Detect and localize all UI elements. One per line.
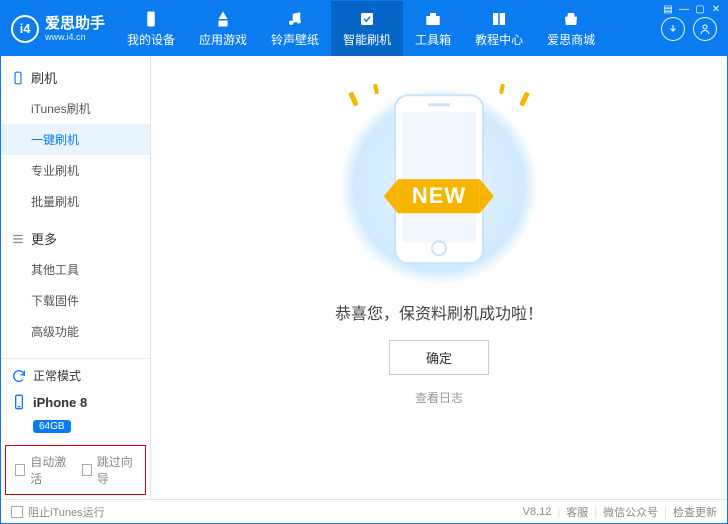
- maximize-button[interactable]: ▢: [693, 3, 707, 15]
- close-button[interactable]: ✕: [709, 3, 723, 15]
- nav-label: 教程中心: [475, 31, 523, 48]
- nav-label: 智能刷机: [343, 31, 391, 48]
- device-mode-row[interactable]: 正常模式: [1, 359, 150, 392]
- phone-icon: [11, 394, 27, 410]
- new-banner: NEW: [398, 179, 480, 213]
- music-icon: [286, 10, 304, 28]
- sidebar-group-title: 刷机: [31, 68, 57, 87]
- device-panel: 正常模式 iPhone 8 64GB: [1, 358, 150, 441]
- flash-icon: [358, 10, 376, 28]
- account-button[interactable]: [693, 17, 717, 41]
- apps-icon: [214, 10, 232, 28]
- auto-activate-checkbox[interactable]: 自动激活: [15, 453, 70, 487]
- nav-label: 爱思商城: [547, 31, 595, 48]
- storage-badge: 64GB: [33, 420, 71, 433]
- nav-help[interactable]: 教程中心: [463, 1, 535, 56]
- nav-label: 工具箱: [415, 31, 451, 48]
- block-itunes-checkbox[interactable]: 阻止iTunes运行: [11, 504, 105, 520]
- sidebar-item-pro-flash[interactable]: 专业刷机: [1, 155, 150, 186]
- nav-label: 应用游戏: [199, 31, 247, 48]
- status-bar: 阻止iTunes运行 V8.12 | 客服 | 微信公众号 | 检查更新: [1, 499, 727, 523]
- nav-label: 我的设备: [127, 31, 175, 48]
- view-log-link[interactable]: 查看日志: [415, 389, 463, 406]
- version-label: V8.12: [523, 506, 552, 518]
- download-button[interactable]: [661, 17, 685, 41]
- logo-icon: i4: [11, 15, 39, 43]
- check-update-link[interactable]: 检查更新: [673, 504, 717, 520]
- checkbox-label: 跳过向导: [97, 453, 136, 487]
- nav-label: 铃声壁纸: [271, 31, 319, 48]
- checkbox-icon: [15, 464, 25, 476]
- checkbox-icon: [82, 464, 92, 476]
- app-window: ▤ — ▢ ✕ i4 爱思助手 www.i4.cn 我的设备 应用游戏 铃声壁纸: [0, 0, 728, 524]
- checkbox-label: 自动激活: [30, 453, 69, 487]
- nav-apps[interactable]: 应用游戏: [187, 1, 259, 56]
- ok-button[interactable]: 确定: [389, 340, 489, 375]
- device-name: iPhone 8: [33, 395, 87, 410]
- window-controls: ▤ — ▢ ✕: [661, 3, 723, 15]
- header: ▤ — ▢ ✕ i4 爱思助手 www.i4.cn 我的设备 应用游戏 铃声壁纸: [1, 1, 727, 56]
- top-nav: 我的设备 应用游戏 铃声壁纸 智能刷机 工具箱 教程中心: [115, 1, 651, 56]
- support-link[interactable]: 客服: [566, 504, 588, 520]
- phone-icon: [11, 71, 25, 85]
- device-mode-label: 正常模式: [33, 367, 81, 384]
- refresh-icon: [11, 368, 27, 384]
- sidebar-item-other-tools[interactable]: 其他工具: [1, 254, 150, 285]
- checkbox-label: 阻止iTunes运行: [28, 504, 105, 520]
- sidebar-group-more: 更多 其他工具 下载固件 高级功能: [1, 223, 150, 347]
- menu-button[interactable]: ▤: [661, 3, 675, 15]
- nav-mall[interactable]: 爱思商城: [535, 1, 607, 56]
- app-name: 爱思助手: [45, 16, 105, 31]
- sidebar-group-flash: 刷机 iTunes刷机 一键刷机 专业刷机 批量刷机: [1, 62, 150, 217]
- nav-flash[interactable]: 智能刷机: [331, 1, 403, 56]
- success-text: 恭喜您，保资料刷机成功啦！: [335, 300, 543, 324]
- main-content: NEW 恭喜您，保资料刷机成功啦！ 确定 查看日志: [151, 56, 727, 499]
- sidebar: 刷机 iTunes刷机 一键刷机 专业刷机 批量刷机 更多 其他工具 下: [1, 56, 151, 499]
- success-illustration: NEW: [329, 86, 549, 286]
- checkbox-icon: [11, 506, 23, 518]
- sidebar-group-title: 更多: [31, 229, 57, 248]
- nav-ring[interactable]: 铃声壁纸: [259, 1, 331, 56]
- sidebar-item-one-key-flash[interactable]: 一键刷机: [1, 124, 150, 155]
- logo: i4 爱思助手 www.i4.cn: [1, 1, 115, 56]
- app-site: www.i4.cn: [45, 33, 105, 42]
- nav-device[interactable]: 我的设备: [115, 1, 187, 56]
- sidebar-group-header[interactable]: 刷机: [1, 62, 150, 93]
- toolbox-icon: [424, 10, 442, 28]
- skip-guide-checkbox[interactable]: 跳过向导: [82, 453, 137, 487]
- wechat-link[interactable]: 微信公众号: [603, 504, 658, 520]
- flash-options: 自动激活 跳过向导: [5, 445, 146, 495]
- body: 刷机 iTunes刷机 一键刷机 专业刷机 批量刷机 更多 其他工具 下: [1, 56, 727, 499]
- device-icon: [142, 10, 160, 28]
- sidebar-item-itunes-flash[interactable]: iTunes刷机: [1, 93, 150, 124]
- device-name-row[interactable]: iPhone 8: [1, 392, 150, 418]
- book-icon: [490, 10, 508, 28]
- list-icon: [11, 232, 25, 246]
- minimize-button[interactable]: —: [677, 3, 691, 15]
- sidebar-item-download-firmware[interactable]: 下载固件: [1, 285, 150, 316]
- store-icon: [562, 10, 580, 28]
- sidebar-item-advanced[interactable]: 高级功能: [1, 316, 150, 347]
- nav-tools[interactable]: 工具箱: [403, 1, 463, 56]
- sidebar-group-header[interactable]: 更多: [1, 223, 150, 254]
- sidebar-item-batch-flash[interactable]: 批量刷机: [1, 186, 150, 217]
